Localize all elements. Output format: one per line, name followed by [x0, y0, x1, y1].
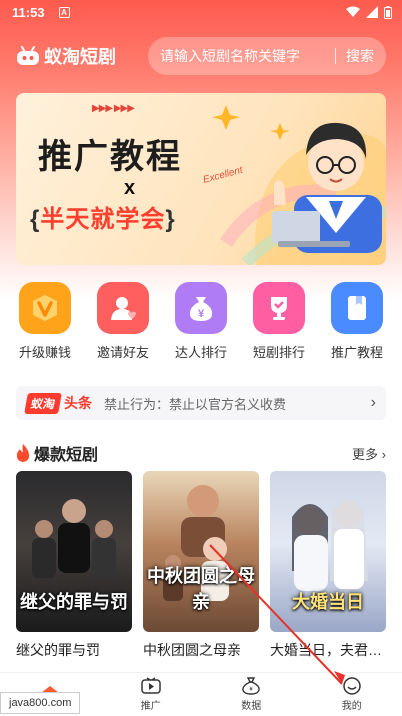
banner-arrows-decoration: ▶▶▶ ▶▶▶ [92, 103, 135, 114]
tab-label: 推广 [140, 701, 161, 712]
menu-label: 升级赚钱 [18, 345, 71, 360]
drama-card-list: 继父的罪与罚 继父的罪与罚 中秋团圆之母亲 中秋团圆之母亲 大婚当日 大婚当日，… [16, 471, 386, 661]
drama-poster[interactable]: 继父的罪与罚 [16, 471, 132, 632]
profile-icon [343, 677, 361, 695]
money-bag-icon: ¥ [175, 282, 227, 334]
site-watermark: java800.com [0, 692, 81, 714]
drama-poster[interactable]: 大婚当日 [270, 471, 386, 632]
banner-script-text: Excellent [202, 164, 245, 185]
drama-title: 继父的罪与罚 [16, 642, 100, 658]
headline-text: 禁止行为：禁止以官方名义收费 [104, 396, 287, 412]
status-time: 11:53 [12, 4, 45, 20]
app-name: 蚁淘短剧 [44, 47, 116, 67]
tab-profile[interactable]: 我的 [302, 673, 402, 716]
notification-a-icon: A [58, 6, 70, 18]
menu-item-drama-rank[interactable]: 短剧排行 [244, 282, 314, 362]
wifi-icon [346, 6, 360, 17]
menu-item-influencer-rank[interactable]: ¥ 达人排行 [166, 282, 236, 362]
upgrade-icon [19, 282, 71, 334]
more-link[interactable]: 更多 › [352, 444, 386, 463]
status-icons [346, 5, 392, 19]
invite-friend-icon [97, 282, 149, 334]
signal-icon [366, 6, 378, 18]
chevron-right-icon: › [381, 446, 386, 462]
status-bar: 11:53 A [0, 0, 402, 24]
tab-data[interactable]: ¥ 数据 [201, 673, 302, 716]
search-divider [335, 48, 336, 64]
menu-item-tutorial[interactable]: 推广教程 [322, 282, 392, 362]
banner-x: x [124, 177, 136, 199]
section-title: 爆款短剧 [34, 447, 99, 464]
menu-label: 邀请好友 [96, 345, 149, 360]
search-bar[interactable]: 请输入短剧名称关键字 搜索 [148, 37, 386, 75]
book-icon [331, 282, 383, 334]
ant-logo-icon [17, 46, 39, 65]
headline-ticker[interactable]: 蚁淘 头条 禁止行为：禁止以官方名义收费 › [16, 386, 386, 420]
menu-item-upgrade[interactable]: 升级赚钱 [10, 282, 80, 362]
drama-card[interactable]: 继父的罪与罚 继父的罪与罚 [16, 471, 132, 661]
app-header: 蚁淘短剧 请输入短剧名称关键字 搜索 [0, 34, 402, 78]
poster-title-art: 大婚当日 [292, 592, 364, 612]
search-button[interactable]: 搜索 [346, 46, 374, 66]
data-icon: ¥ [242, 677, 261, 695]
trophy-icon [253, 282, 305, 334]
headline-label: 头条 [64, 395, 93, 411]
battery-icon [384, 5, 392, 19]
search-input[interactable]: 请输入短剧名称关键字 [160, 46, 325, 66]
menu-item-invite[interactable]: 邀请好友 [88, 282, 158, 362]
drama-card[interactable]: 中秋团圆之母亲 中秋团圆之母亲 [143, 471, 259, 661]
poster-title-art: 中秋团圆之母亲 [147, 566, 255, 612]
fire-icon [16, 444, 30, 462]
svg-text:¥: ¥ [198, 308, 205, 320]
tab-promote[interactable]: 推广 [101, 673, 202, 716]
hot-dramas-header: 爆款短剧 更多 › [16, 442, 386, 464]
menu-label: 短剧排行 [252, 345, 305, 360]
feature-menu: 升级赚钱 邀请好友 ¥ 达人排行 短剧排行 推广教程 [0, 282, 402, 362]
promo-banner[interactable]: ▶▶▶ ▶▶▶ 推广教程 x {半天就学会} Excellent [16, 93, 386, 265]
svg-text:¥: ¥ [250, 687, 254, 693]
headline-badge: 蚁淘 [24, 392, 62, 414]
tab-label: 我的 [341, 701, 362, 712]
teacher-illustration: Excellent [202, 105, 386, 265]
banner-title: 推广教程 [38, 137, 182, 177]
banner-subtitle: {半天就学会} [30, 206, 176, 233]
drama-card[interactable]: 大婚当日 大婚当日，夫君… [270, 471, 386, 661]
tab-label: 数据 [241, 701, 262, 712]
menu-label: 推广教程 [330, 345, 383, 360]
drama-title: 大婚当日，夫君… [270, 642, 382, 658]
menu-label: 达人排行 [174, 345, 227, 360]
app-logo: 蚁淘短剧 [16, 43, 116, 69]
poster-title-art: 继父的罪与罚 [20, 592, 128, 612]
drama-title: 中秋团圆之母亲 [143, 642, 241, 658]
drama-poster[interactable]: 中秋团圆之母亲 [143, 471, 259, 632]
chevron-right-icon: › [370, 394, 376, 411]
promote-icon [141, 677, 161, 694]
